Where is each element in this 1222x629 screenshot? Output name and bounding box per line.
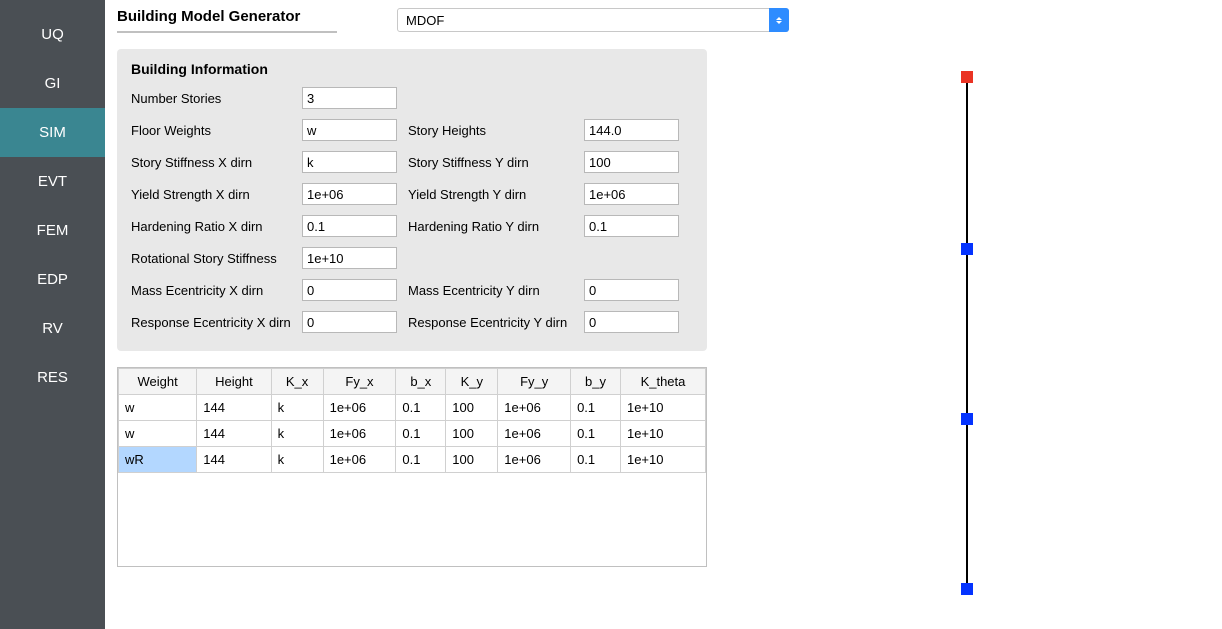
- stick-line: [966, 77, 968, 589]
- main-content: Building Model Generator MDOF Building I…: [105, 0, 1222, 629]
- input-kx[interactable]: [302, 151, 397, 173]
- table-cell[interactable]: 144: [197, 395, 271, 421]
- label-rex: Response Ecentricity X dirn: [131, 315, 296, 330]
- left-column: Building Information Number Stories Floo…: [117, 49, 707, 567]
- content-row: Building Information Number Stories Floo…: [117, 49, 1210, 609]
- table-cell[interactable]: 100: [446, 421, 498, 447]
- form-grid: Number Stories Floor Weights Story Heigh…: [131, 87, 693, 333]
- model-select-wrap: MDOF: [397, 8, 789, 32]
- building-info-panel: Building Information Number Stories Floo…: [117, 49, 707, 351]
- page-title: Building Model Generator: [117, 8, 337, 31]
- label-mey: Mass Ecentricity Y dirn: [408, 283, 578, 298]
- node-floor[interactable]: [961, 583, 973, 595]
- table-cell[interactable]: w: [119, 395, 197, 421]
- label-hy: Hardening Ratio Y dirn: [408, 219, 578, 234]
- input-mex[interactable]: [302, 279, 397, 301]
- label-num-stories: Number Stories: [131, 91, 296, 106]
- input-yy[interactable]: [584, 183, 679, 205]
- model-select[interactable]: MDOF: [397, 8, 789, 32]
- table-cell[interactable]: 1e+06: [498, 395, 571, 421]
- table-row[interactable]: w144k1e+060.11001e+060.11e+10: [119, 421, 706, 447]
- title-underline: [117, 31, 337, 33]
- table-cell[interactable]: 1e+10: [620, 447, 705, 473]
- input-floor-weights[interactable]: [302, 119, 397, 141]
- node-floor[interactable]: [961, 413, 973, 425]
- story-table[interactable]: WeightHeightK_xFy_xb_xK_yFy_yb_yK_theta …: [118, 368, 706, 473]
- label-kx: Story Stiffness X dirn: [131, 155, 296, 170]
- table-cell[interactable]: 0.1: [396, 447, 446, 473]
- header-row: Building Model Generator MDOF: [117, 8, 1210, 33]
- input-hx[interactable]: [302, 215, 397, 237]
- table-cell[interactable]: k: [271, 421, 323, 447]
- table-cell[interactable]: 1e+06: [498, 421, 571, 447]
- stick-model-viz: [727, 49, 1207, 609]
- label-story-heights: Story Heights: [408, 123, 578, 138]
- table-header[interactable]: K_x: [271, 369, 323, 395]
- label-yx: Yield Strength X dirn: [131, 187, 296, 202]
- sidebar-item-uq[interactable]: UQ: [0, 10, 105, 59]
- table-header[interactable]: Fy_x: [323, 369, 396, 395]
- label-rot: Rotational Story Stiffness: [131, 251, 296, 266]
- table-header[interactable]: Height: [197, 369, 271, 395]
- title-block: Building Model Generator: [117, 8, 337, 33]
- table-header[interactable]: Fy_y: [498, 369, 571, 395]
- label-rey: Response Ecentricity Y dirn: [408, 315, 578, 330]
- table-cell[interactable]: 100: [446, 447, 498, 473]
- label-ky: Story Stiffness Y dirn: [408, 155, 578, 170]
- panel-title: Building Information: [131, 61, 693, 77]
- table-header[interactable]: K_y: [446, 369, 498, 395]
- label-yy: Yield Strength Y dirn: [408, 187, 578, 202]
- table-cell[interactable]: w: [119, 421, 197, 447]
- table-cell[interactable]: k: [271, 447, 323, 473]
- table-cell[interactable]: 100: [446, 395, 498, 421]
- table-header[interactable]: b_x: [396, 369, 446, 395]
- table-cell[interactable]: k: [271, 395, 323, 421]
- input-rex[interactable]: [302, 311, 397, 333]
- table-cell[interactable]: 144: [197, 421, 271, 447]
- input-num-stories[interactable]: [302, 87, 397, 109]
- table-header[interactable]: Weight: [119, 369, 197, 395]
- table-cell[interactable]: 1e+10: [620, 421, 705, 447]
- story-table-wrap: WeightHeightK_xFy_xb_xK_yFy_yb_yK_theta …: [117, 367, 707, 567]
- sidebar-item-edp[interactable]: EDP: [0, 255, 105, 304]
- table-row[interactable]: wR144k1e+060.11001e+060.11e+10: [119, 447, 706, 473]
- sidebar-item-fem[interactable]: FEM: [0, 206, 105, 255]
- table-cell[interactable]: 0.1: [571, 395, 621, 421]
- table-cell[interactable]: 1e+06: [323, 395, 396, 421]
- table-cell[interactable]: wR: [119, 447, 197, 473]
- label-mex: Mass Ecentricity X dirn: [131, 283, 296, 298]
- table-cell[interactable]: 0.1: [571, 421, 621, 447]
- sidebar-item-gi[interactable]: GI: [0, 59, 105, 108]
- table-cell[interactable]: 1e+06: [323, 447, 396, 473]
- node-top[interactable]: [961, 71, 973, 83]
- input-hy[interactable]: [584, 215, 679, 237]
- sidebar-item-res[interactable]: RES: [0, 353, 105, 402]
- table-row[interactable]: w144k1e+060.11001e+060.11e+10: [119, 395, 706, 421]
- table-cell[interactable]: 0.1: [396, 395, 446, 421]
- sidebar-item-rv[interactable]: RV: [0, 304, 105, 353]
- table-header[interactable]: K_theta: [620, 369, 705, 395]
- label-hx: Hardening Ratio X dirn: [131, 219, 296, 234]
- input-rey[interactable]: [584, 311, 679, 333]
- table-cell[interactable]: 0.1: [571, 447, 621, 473]
- table-header[interactable]: b_y: [571, 369, 621, 395]
- sidebar-item-evt[interactable]: EVT: [0, 157, 105, 206]
- input-story-heights[interactable]: [584, 119, 679, 141]
- table-cell[interactable]: 0.1: [396, 421, 446, 447]
- input-rot[interactable]: [302, 247, 397, 269]
- input-ky[interactable]: [584, 151, 679, 173]
- label-floor-weights: Floor Weights: [131, 123, 296, 138]
- input-yx[interactable]: [302, 183, 397, 205]
- input-mey[interactable]: [584, 279, 679, 301]
- table-cell[interactable]: 1e+10: [620, 395, 705, 421]
- sidebar: UQ GI SIM EVT FEM EDP RV RES: [0, 0, 105, 629]
- table-cell[interactable]: 144: [197, 447, 271, 473]
- node-floor[interactable]: [961, 243, 973, 255]
- table-cell[interactable]: 1e+06: [498, 447, 571, 473]
- sidebar-item-sim[interactable]: SIM: [0, 108, 105, 157]
- table-cell[interactable]: 1e+06: [323, 421, 396, 447]
